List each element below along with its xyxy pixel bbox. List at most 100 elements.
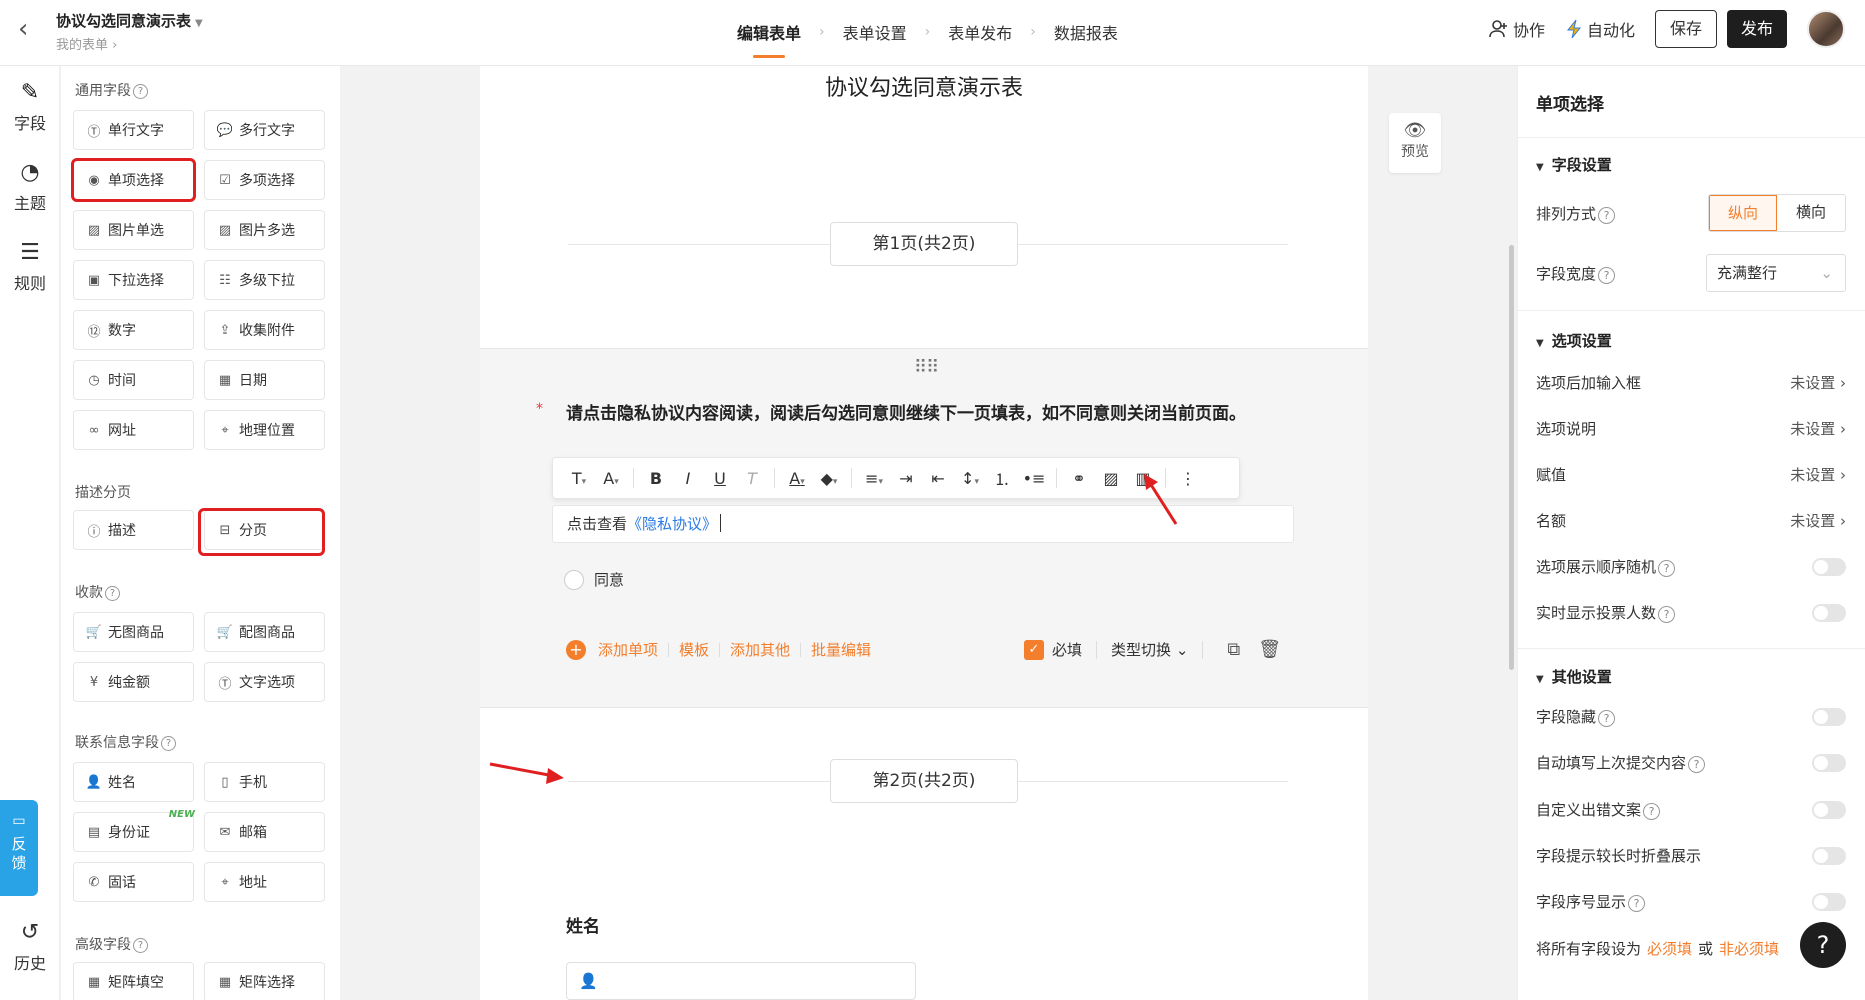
radio-button[interactable] xyxy=(564,569,584,590)
arrange-horizontal[interactable]: 横向 xyxy=(1777,195,1845,231)
section-option-settings[interactable]: ▼ 选项设置 xyxy=(1536,330,1612,351)
clear-format-icon[interactable]: T xyxy=(738,469,766,488)
font-type-icon[interactable]: T▾ xyxy=(565,469,593,488)
help-icon[interactable]: ? xyxy=(1598,266,1616,284)
option-row[interactable]: 同意 xyxy=(564,569,624,590)
add-other-link[interactable]: 添加其他 xyxy=(730,639,790,660)
preview-button[interactable]: 👁 预览 xyxy=(1389,113,1441,173)
fill-color-icon[interactable]: ◆▾ xyxy=(815,469,843,488)
rail-item-fields[interactable]: ✎ 字段 xyxy=(0,80,60,134)
field-id-card[interactable]: ▤ 身份证 NEW xyxy=(73,809,195,852)
field-description[interactable]: ⓘ 描述 xyxy=(73,510,194,550)
help-icon[interactable]: ? xyxy=(1598,710,1616,727)
align-icon[interactable]: ≡▾ xyxy=(860,469,888,488)
rail-item-history[interactable]: ↺ 历史 xyxy=(0,920,60,974)
hide-field-toggle[interactable] xyxy=(1812,707,1846,726)
show-index-toggle[interactable] xyxy=(1812,892,1846,911)
opt-input-row[interactable]: 选项后加输入框 未设置 › xyxy=(1536,372,1846,393)
field-phone[interactable]: ▯ 手机 xyxy=(204,762,325,802)
field-matrix-fill[interactable]: ▦ 矩阵填空 xyxy=(73,962,194,1000)
help-icon[interactable]: ? xyxy=(133,84,148,99)
field-multi-choice[interactable]: ☑ 多项选择 xyxy=(204,160,325,200)
collab-button[interactable]: 协作 xyxy=(1489,17,1545,41)
outdent-icon[interactable]: ⇤ xyxy=(924,469,952,488)
field-time[interactable]: ◷ 时间 xyxy=(73,360,194,400)
custom-error-toggle[interactable] xyxy=(1812,800,1846,819)
width-select[interactable]: 充满整行 ⌄ xyxy=(1706,254,1846,292)
field-matrix-select[interactable]: ▦ 矩阵选择 xyxy=(204,962,325,1000)
random-order-toggle[interactable] xyxy=(1812,557,1846,576)
bullet-list-icon[interactable]: •≡ xyxy=(1020,469,1048,488)
field-landline[interactable]: ✆ 固话 xyxy=(73,862,194,902)
field-attachment[interactable]: ⇪ 收集附件 xyxy=(204,310,325,350)
caret-down-icon[interactable]: ▼ xyxy=(195,18,203,29)
form-title[interactable]: 协议勾选同意演示表 ▼ xyxy=(56,10,203,31)
help-icon[interactable]: ? xyxy=(133,938,148,953)
field-date[interactable]: ▦ 日期 xyxy=(204,360,325,400)
image-icon[interactable]: ▨ xyxy=(1097,469,1125,488)
feedback-button[interactable]: ▭ 反馈 xyxy=(0,800,38,896)
back-icon[interactable]: ‹ xyxy=(18,14,28,44)
show-votes-toggle[interactable] xyxy=(1812,603,1846,622)
canvas-scrollbar[interactable] xyxy=(1509,245,1514,670)
italic-icon[interactable]: I xyxy=(674,469,702,488)
help-icon[interactable]: ? xyxy=(105,586,120,601)
field-single-text[interactable]: Ⓣ 单行文字 xyxy=(73,110,194,150)
field-multi-text[interactable]: 💬 多行文字 xyxy=(204,110,325,150)
field-url[interactable]: ∞ 网址 xyxy=(73,410,194,450)
opt-desc-row[interactable]: 选项说明 未设置 › xyxy=(1536,418,1846,439)
automation-button[interactable]: 自动化 xyxy=(1565,17,1635,41)
help-icon[interactable]: ? xyxy=(1688,756,1706,773)
section-field-settings[interactable]: ▼ 字段设置 xyxy=(1536,154,1612,175)
help-icon[interactable]: ? xyxy=(1658,560,1676,577)
publish-button[interactable]: 发布 xyxy=(1726,10,1787,48)
breadcrumb[interactable]: 我的表单 › xyxy=(56,34,117,53)
line-height-icon[interactable]: ↕▾ xyxy=(956,469,984,488)
type-switch-button[interactable]: 类型切换 ⌄ xyxy=(1111,639,1188,660)
add-icon[interactable]: + xyxy=(566,639,586,660)
field-name[interactable]: 👤 姓名 xyxy=(73,762,194,802)
field-address[interactable]: ⌖ 地址 xyxy=(204,862,325,902)
page-label-1[interactable]: 第1页(共2页) xyxy=(830,222,1018,266)
tab-data-report[interactable]: 数据报表 xyxy=(1054,20,1118,44)
set-all-optional-link[interactable]: 非必须填 xyxy=(1719,938,1779,959)
name-field-label[interactable]: 姓名 xyxy=(566,912,600,937)
link-icon[interactable]: ⚭ xyxy=(1065,469,1093,488)
fold-hint-toggle[interactable] xyxy=(1812,846,1846,865)
field-email[interactable]: ✉ 邮箱 xyxy=(204,812,325,852)
arrange-vertical[interactable]: 纵向 xyxy=(1709,195,1777,231)
template-link[interactable]: 模板 xyxy=(679,639,709,660)
field-goods-no-image[interactable]: 🛒 无图商品 xyxy=(73,612,194,652)
drag-handle-icon[interactable]: ⠿⠿ xyxy=(914,357,939,378)
batch-edit-link[interactable]: 批量编辑 xyxy=(811,639,871,660)
field-image-multi[interactable]: ▨ 图片多选 xyxy=(204,210,325,250)
tab-edit-form[interactable]: 编辑表单 xyxy=(737,20,801,58)
help-icon[interactable]: ? xyxy=(1628,895,1646,912)
privacy-link[interactable]: 《隐私协议》 xyxy=(627,515,717,533)
field-image-single[interactable]: ▨ 图片单选 xyxy=(73,210,194,250)
field-pure-amount[interactable]: ¥ 纯金额 xyxy=(73,662,194,702)
section-other-settings[interactable]: ▼ 其他设置 xyxy=(1536,666,1612,687)
required-checkbox[interactable]: ✓ xyxy=(1024,639,1044,660)
help-icon[interactable]: ? xyxy=(1598,206,1616,224)
arrange-toggle[interactable]: 纵向 横向 xyxy=(1708,194,1846,232)
question-title[interactable]: 请点击隐私协议内容阅读，阅读后勾选同意则继续下一页填表，如不同意则关闭当前页面。 xyxy=(566,399,1286,429)
font-color-icon[interactable]: A▾ xyxy=(783,469,811,488)
help-icon[interactable]: ? xyxy=(1643,803,1661,820)
ordered-list-icon[interactable]: ⒈ xyxy=(988,466,1016,490)
opt-value-row[interactable]: 赋值 未设置 › xyxy=(1536,464,1846,485)
copy-icon[interactable]: ⧉ xyxy=(1227,639,1240,660)
help-icon[interactable]: ? xyxy=(1658,606,1676,623)
selected-question-block[interactable]: ⠿⠿ * 请点击隐私协议内容阅读，阅读后勾选同意则继续下一页填表，如不同意则关闭… xyxy=(480,348,1368,708)
rail-item-rules[interactable]: ☰ 规则 xyxy=(0,240,60,294)
avatar[interactable] xyxy=(1807,10,1845,48)
rail-item-theme[interactable]: ◔ 主题 xyxy=(0,160,60,214)
field-goods-with-image[interactable]: 🛒 配图商品 xyxy=(204,612,325,652)
trash-icon[interactable]: 🗑 xyxy=(1258,639,1281,660)
indent-icon[interactable]: ⇥ xyxy=(892,469,920,488)
save-button[interactable]: 保存 xyxy=(1654,10,1717,48)
page-label-2[interactable]: 第2页(共2页) xyxy=(830,759,1018,803)
option-label[interactable]: 同意 xyxy=(594,569,624,590)
help-icon[interactable]: ? xyxy=(1800,922,1846,968)
set-all-required-link[interactable]: 必须填 xyxy=(1647,938,1692,959)
